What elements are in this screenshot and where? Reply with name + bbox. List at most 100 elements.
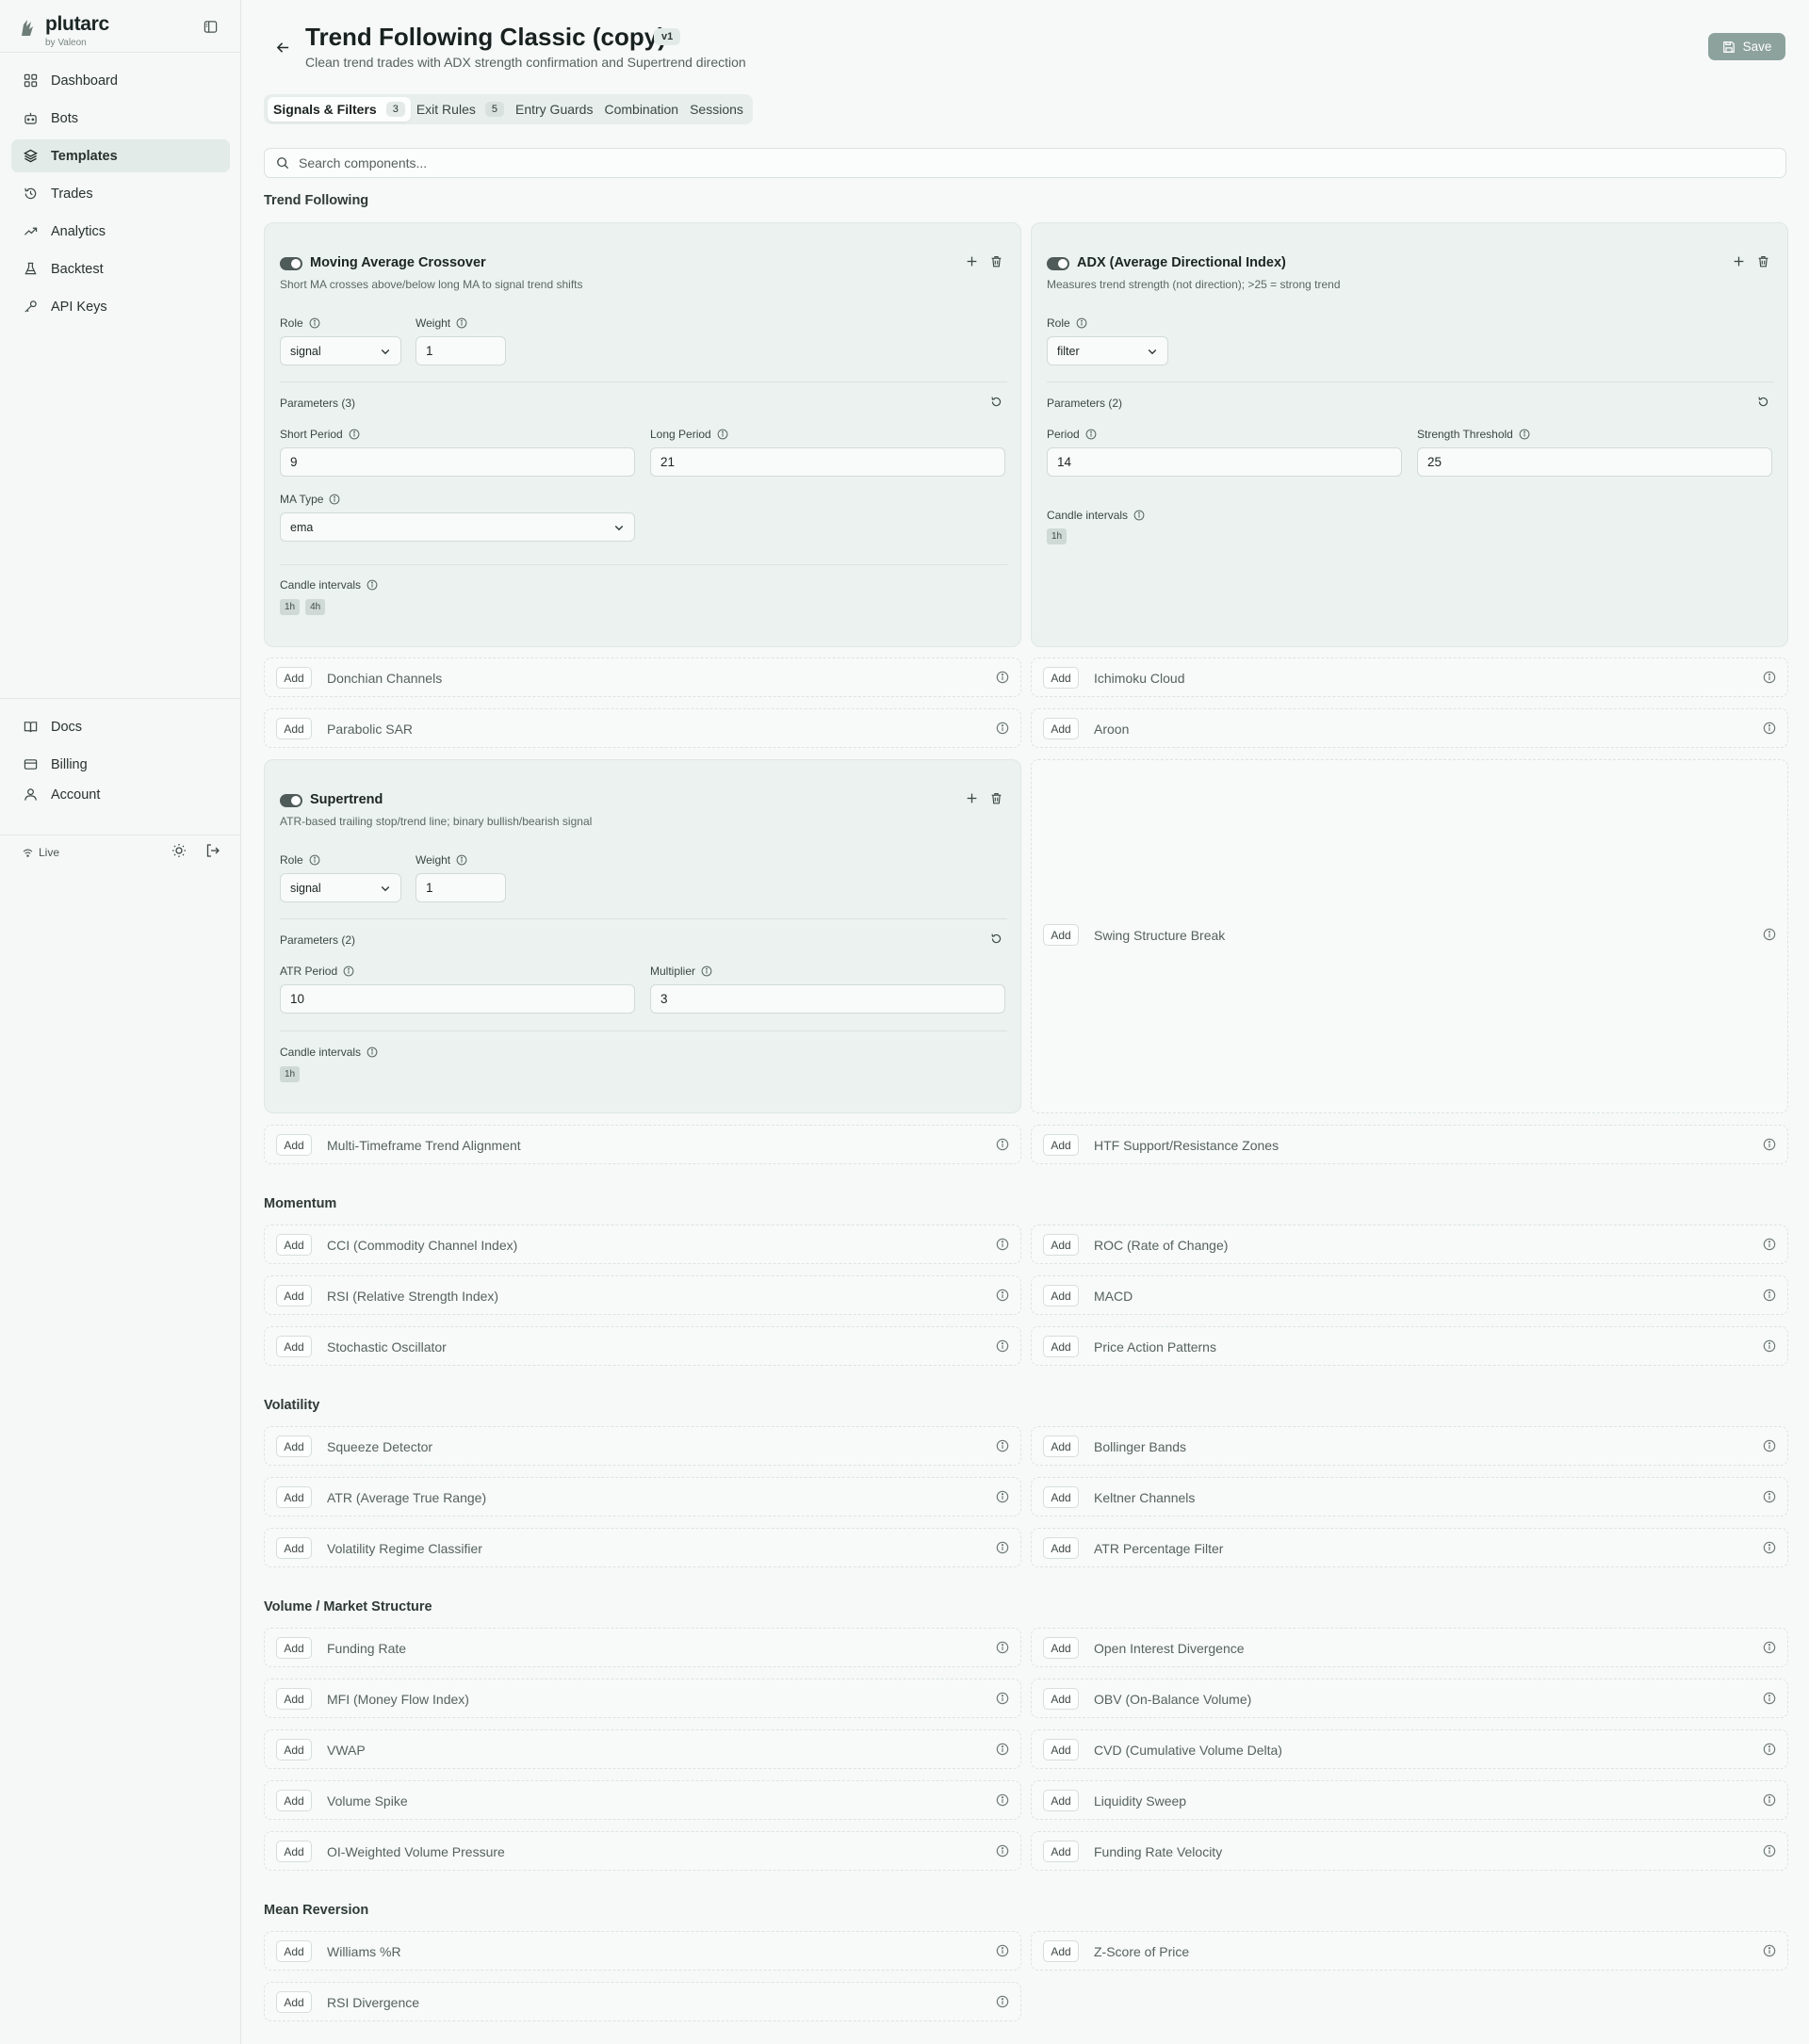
tab-entry-guards[interactable]: Entry Guards [510, 97, 598, 122]
info-icon[interactable] [996, 1138, 1009, 1156]
info-icon[interactable] [1763, 1238, 1776, 1256]
add-component-button[interactable]: Add [276, 1739, 312, 1760]
info-icon[interactable] [1763, 1339, 1776, 1357]
add-component-button[interactable]: Add [1043, 1940, 1079, 1962]
info-icon[interactable] [1763, 671, 1776, 689]
nav-account[interactable]: Account [11, 778, 230, 811]
weight-input[interactable]: 1 [416, 336, 506, 365]
role-select[interactable]: signal [280, 873, 401, 902]
add-component-button[interactable]: Add [1043, 1637, 1079, 1659]
info-icon[interactable] [996, 1541, 1009, 1559]
add-component-button[interactable]: Add [1043, 1841, 1079, 1862]
theme-toggle-button[interactable] [171, 843, 187, 863]
add-component-button[interactable]: Add [276, 1285, 312, 1306]
logout-button[interactable] [205, 843, 220, 863]
add-component-button[interactable]: Add [1043, 1486, 1079, 1508]
add-component-button[interactable]: Add [1043, 1285, 1079, 1306]
add-instance-button[interactable] [966, 255, 978, 272]
role-select[interactable]: signal [280, 336, 401, 365]
nav-billing[interactable]: Billing [11, 748, 230, 781]
add-component-button[interactable]: Add [276, 1436, 312, 1457]
info-icon[interactable] [996, 1692, 1009, 1710]
add-component-button[interactable]: Add [276, 1134, 312, 1156]
nav-templates[interactable]: Templates [11, 139, 230, 172]
short-period-input[interactable]: 9 [280, 447, 635, 477]
info-icon[interactable] [1763, 1743, 1776, 1760]
add-instance-button[interactable] [966, 792, 978, 809]
add-component-button[interactable]: Add [276, 1336, 312, 1357]
info-icon[interactable] [996, 1743, 1009, 1760]
add-component-button[interactable]: Add [1043, 1688, 1079, 1710]
multiplier-input[interactable]: 3 [650, 984, 1005, 1014]
sidebar-collapse-button[interactable] [200, 16, 220, 37]
delete-button[interactable] [990, 255, 1002, 272]
info-icon[interactable] [1763, 1439, 1776, 1457]
add-component-button[interactable]: Add [276, 718, 312, 739]
info-icon[interactable] [996, 1641, 1009, 1659]
ma-type-select[interactable]: ema [280, 512, 635, 542]
info-icon[interactable] [1763, 1844, 1776, 1862]
add-component-button[interactable]: Add [1043, 1234, 1079, 1256]
add-component-button[interactable]: Add [276, 1537, 312, 1559]
add-component-button[interactable]: Add [276, 1486, 312, 1508]
reset-params-button[interactable] [990, 933, 1002, 949]
tab-signals-filters[interactable]: Signals & Filters 3 [268, 97, 411, 122]
long-period-input[interactable]: 21 [650, 447, 1005, 477]
info-icon[interactable] [1763, 1490, 1776, 1508]
add-component-button[interactable]: Add [1043, 1739, 1079, 1760]
add-component-button[interactable]: Add [1043, 1537, 1079, 1559]
info-icon[interactable] [1763, 1541, 1776, 1559]
info-icon[interactable] [1763, 928, 1776, 946]
strength-threshold-input[interactable]: 25 [1417, 447, 1772, 477]
add-component-button[interactable]: Add [276, 1637, 312, 1659]
reset-params-button[interactable] [1757, 396, 1769, 413]
atr-period-input[interactable]: 10 [280, 984, 635, 1014]
period-input[interactable]: 14 [1047, 447, 1402, 477]
info-icon[interactable] [1763, 722, 1776, 739]
info-icon[interactable] [996, 1439, 1009, 1457]
info-icon[interactable] [1763, 1944, 1776, 1962]
interval-chip[interactable]: 1h [1047, 528, 1067, 544]
save-button[interactable]: Save [1708, 33, 1785, 60]
info-icon[interactable] [1763, 1138, 1776, 1156]
enable-toggle[interactable] [280, 257, 302, 270]
weight-input[interactable]: 1 [416, 873, 506, 902]
add-component-button[interactable]: Add [276, 1234, 312, 1256]
interval-chip[interactable]: 1h [280, 1066, 301, 1082]
add-component-button[interactable]: Add [276, 1991, 312, 2013]
info-icon[interactable] [1763, 1289, 1776, 1306]
interval-chip[interactable]: 4h [305, 599, 326, 615]
add-component-button[interactable]: Add [1043, 1134, 1079, 1156]
add-component-button[interactable]: Add [276, 1688, 312, 1710]
nav-analytics[interactable]: Analytics [11, 215, 230, 248]
delete-button[interactable] [990, 792, 1002, 809]
info-icon[interactable] [1763, 1692, 1776, 1710]
add-component-button[interactable]: Add [276, 1841, 312, 1862]
nav-dashboard[interactable]: Dashboard [11, 64, 230, 97]
info-icon[interactable] [996, 1944, 1009, 1962]
add-component-button[interactable]: Add [1043, 1336, 1079, 1357]
brand[interactable]: plutarc by Valeon [19, 13, 226, 51]
add-component-button[interactable]: Add [1043, 667, 1079, 689]
info-icon[interactable] [996, 1995, 1009, 2013]
add-component-button[interactable]: Add [1043, 924, 1079, 946]
back-button[interactable] [271, 36, 294, 58]
role-select[interactable]: filter [1047, 336, 1168, 365]
info-icon[interactable] [996, 1490, 1009, 1508]
nav-trades[interactable]: Trades [11, 177, 230, 210]
nav-docs[interactable]: Docs [11, 710, 230, 743]
nav-backtest[interactable]: Backtest [11, 252, 230, 285]
add-component-button[interactable]: Add [1043, 1790, 1079, 1811]
delete-button[interactable] [1757, 255, 1769, 272]
nav-bots[interactable]: Bots [11, 102, 230, 135]
info-icon[interactable] [996, 1339, 1009, 1357]
interval-chip[interactable]: 1h [280, 599, 301, 615]
tab-exit-rules[interactable]: Exit Rules 5 [411, 97, 510, 122]
add-instance-button[interactable] [1733, 255, 1745, 272]
add-component-button[interactable]: Add [1043, 1436, 1079, 1457]
info-icon[interactable] [996, 1289, 1009, 1306]
add-component-button[interactable]: Add [1043, 718, 1079, 739]
enable-toggle[interactable] [280, 794, 302, 807]
add-component-button[interactable]: Add [276, 1790, 312, 1811]
add-component-button[interactable]: Add [276, 667, 312, 689]
